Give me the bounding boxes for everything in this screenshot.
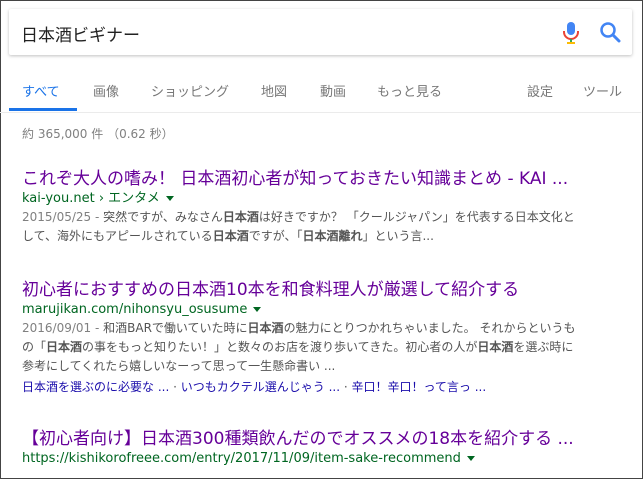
search-result: これぞ大人の嗜み！ 日本酒初心者が知っておきたい知識まとめ - KAI ... …: [22, 168, 622, 246]
magnifier-icon[interactable]: [599, 21, 621, 43]
search-result: 【初心者向け】日本酒300種類飲んだのでオススメの18本を紹介する ... ht…: [22, 428, 622, 468]
result-date: 2016/09/01 -: [22, 321, 104, 335]
snippet-text: 参考にしてくれたら嬉しいなーって思って一生懸命書い ...: [22, 359, 336, 373]
snippet-highlight: 日本酒: [247, 321, 284, 335]
sitelink[interactable]: 日本酒を選ぶのに必要な ...: [22, 380, 169, 394]
tab-more[interactable]: もっと見る: [377, 81, 442, 100]
result-url: marujikan.com/nihonsyu_osusume: [22, 301, 622, 319]
snippet-text: を選ぶ時に: [513, 340, 574, 354]
tab-images[interactable]: 画像: [93, 81, 119, 100]
tab-all[interactable]: すべて: [22, 81, 60, 100]
snippet-highlight: 日本酒: [46, 340, 83, 354]
snippet-highlight: 日本酒: [222, 210, 259, 224]
tab-videos[interactable]: 動画: [320, 81, 346, 100]
result-title-link[interactable]: これぞ大人の嗜み！ 日本酒初心者が知っておきたい知識まとめ - KAI ...: [22, 168, 622, 190]
snippet-text: 」という言...: [362, 229, 434, 243]
snippet-text: 突然ですが、みなさん: [103, 210, 223, 224]
sitelink-separator: ·: [343, 380, 348, 394]
result-snippet: 2016/09/01 - 和酒BARで働いていた時に日本酒の魅力にとりつかれちゃ…: [22, 319, 622, 376]
search-input[interactable]: 日本酒ビギナー: [21, 21, 140, 46]
snippet-text: 和酒BARで働いていた時に: [103, 321, 248, 335]
snippet-text: の「: [22, 340, 47, 354]
result-snippet: 2015/05/25 - 突然ですが、みなさん日本酒は好きですか？ 「クールジャ…: [22, 208, 622, 246]
search-bar[interactable]: 日本酒ビギナー: [9, 9, 632, 55]
sitelink[interactable]: いつもカクテル選んじゃう ...: [181, 380, 340, 394]
sitelink[interactable]: 辛口！辛口！って言っ ...: [352, 380, 487, 394]
snippet-text: の事をもっと知りたい！」と数々のお店を渡り歩いてきた。初心者の人が: [82, 340, 478, 354]
url-dropdown-arrow-icon[interactable]: [165, 196, 174, 201]
result-url: https://kishikorofreee.com/entry/2017/11…: [22, 450, 622, 468]
search-result: 初心者におすすめの日本酒10本を和食料理人が厳選して紹介する marujikan…: [22, 279, 622, 396]
result-date: 2015/05/25 -: [22, 210, 104, 224]
result-url-text: https://kishikorofreee.com/entry/2017/11…: [22, 451, 461, 466]
tab-maps[interactable]: 地図: [261, 81, 287, 100]
sitelink-separator: ·: [173, 380, 177, 394]
tab-settings[interactable]: 設定: [527, 81, 553, 100]
tab-tools[interactable]: ツール: [583, 81, 622, 100]
result-url: kai-you.net › エンタメ: [22, 190, 622, 208]
tab-shopping[interactable]: ショッピング: [151, 81, 229, 100]
snippet-text: ですが、「: [248, 229, 303, 243]
search-tabs: すべて 画像 ショッピング 地図 動画 もっと見る 設定 ツール: [0, 70, 641, 113]
snippet-text: して、海外にもアピールされている: [22, 229, 213, 243]
result-title-link[interactable]: 初心者におすすめの日本酒10本を和食料理人が厳選して紹介する: [22, 279, 622, 301]
sitelinks: 日本酒を選ぶのに必要な ... · いつもカクテル選んじゃう ... · 辛口！…: [22, 378, 622, 396]
result-title-link[interactable]: 【初心者向け】日本酒300種類飲んだのでオススメの18本を紹介する ...: [22, 428, 622, 450]
snippet-highlight: 日本酒: [477, 340, 514, 354]
active-tab-indicator: [9, 108, 77, 111]
snippet-highlight: 日本酒: [212, 229, 249, 243]
url-dropdown-arrow-icon[interactable]: [253, 307, 262, 312]
snippet-text: の魅力にとりつかれちゃいました。 それからというも: [283, 321, 576, 335]
result-url-text: marujikan.com/nihonsyu_osusume: [22, 302, 248, 317]
snippet-text: は好きですか？ 「クールジャパン」を代表する日本文化と: [258, 210, 575, 224]
url-dropdown-arrow-icon[interactable]: [466, 456, 475, 461]
result-url-text: kai-you.net › エンタメ: [22, 191, 160, 206]
snippet-highlight: 日本酒離れ: [302, 229, 363, 243]
microphone-icon[interactable]: [561, 21, 581, 45]
result-stats: 約 365,000 件 （0.62 秒）: [22, 127, 174, 141]
